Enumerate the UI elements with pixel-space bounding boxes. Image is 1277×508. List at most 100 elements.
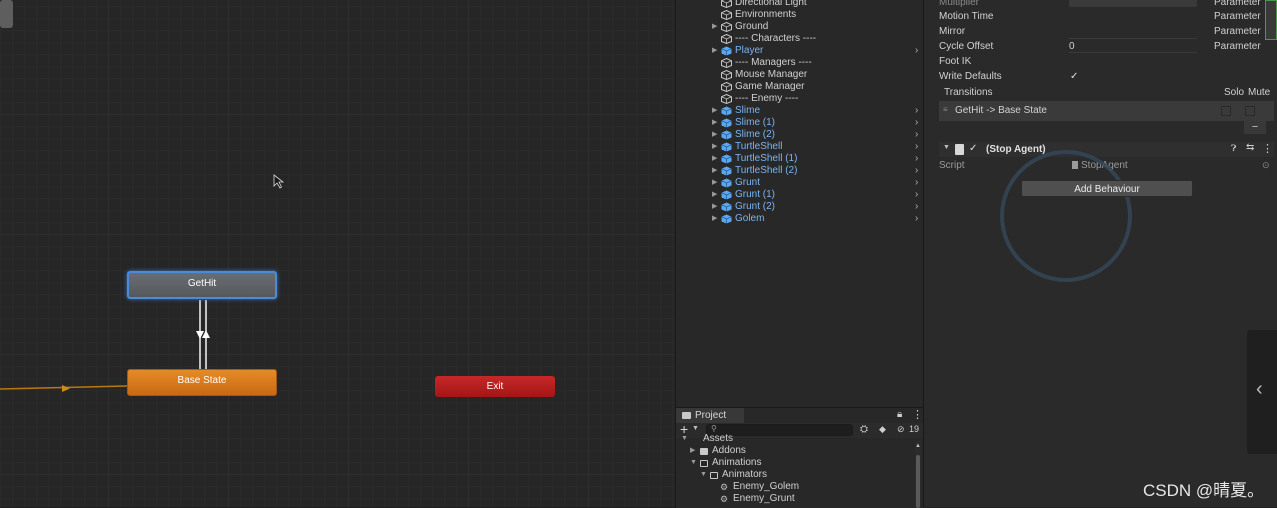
project-item-enemy-golem[interactable]: Enemy_Golem <box>733 481 799 493</box>
hierarchy-item[interactable]: ---- Managers ---- <box>676 57 924 69</box>
open-prefab-chevron-icon[interactable]: › <box>915 189 918 201</box>
state-label: Base State <box>177 375 227 386</box>
hierarchy-item[interactable]: ▶ Slime › <box>676 105 924 117</box>
filter-label-icon[interactable]: ◆ <box>879 424 886 435</box>
transition-item[interactable]: ≡ GetHit -> Base State <box>939 101 1274 121</box>
hierarchy-item[interactable]: ▶ TurtleShell (2) › <box>676 165 924 177</box>
expand-arrow-icon[interactable]: ▶ <box>712 177 717 189</box>
project-item-addons[interactable]: Addons <box>712 445 746 457</box>
open-prefab-chevron-icon[interactable]: › <box>915 129 918 141</box>
open-prefab-chevron-icon[interactable]: › <box>915 45 918 57</box>
expand-arrow-icon[interactable]: ▶ <box>712 189 717 201</box>
project-item-animators[interactable]: Animators <box>722 469 767 481</box>
help-icon[interactable]: ❓︎ <box>1231 143 1236 154</box>
add-behaviour-button[interactable]: Add Behaviour <box>1021 180 1193 197</box>
open-prefab-chevron-icon[interactable]: › <box>915 153 918 165</box>
write-defaults-checkbox[interactable]: ✓ <box>1070 70 1078 84</box>
state-node-base-state[interactable]: Base State <box>127 369 277 396</box>
presets-icon[interactable]: ⇆ <box>1246 142 1254 153</box>
script-label: Script <box>939 160 965 171</box>
component-enabled-checkbox[interactable]: ✓ <box>969 143 977 154</box>
expand-arrow-icon[interactable]: ▼ <box>690 457 697 469</box>
hierarchy-item[interactable]: ▶ TurtleShell › <box>676 141 924 153</box>
component-menu-icon[interactable]: ⋮ <box>1262 142 1273 155</box>
more-options-icon[interactable]: ⋮ <box>912 408 923 421</box>
parameter-label: Parameter <box>1214 26 1261 37</box>
hierarchy-panel[interactable]: Directional Light Environments ▶ Ground ----… <box>675 0 924 407</box>
project-panel[interactable]: Project 🔒︎ ⋮ + ▼ ⚲ ⛭ ◆ ⊘ 19 ▼ Assets ▶ A… <box>675 407 924 508</box>
write-defaults-label: Write Defaults <box>939 71 1002 82</box>
hierarchy-item[interactable]: Directional Light <box>676 0 924 9</box>
multiplier-dropdown[interactable] <box>1069 0 1197 7</box>
collapsed-side-panel[interactable]: ‹ <box>1247 330 1277 454</box>
open-prefab-chevron-icon[interactable]: › <box>915 201 918 213</box>
hierarchy-item[interactable]: ▶ Ground <box>676 21 924 33</box>
state-node-gethit[interactable]: GetHit <box>127 271 277 299</box>
expand-arrow-icon[interactable]: ▶ <box>712 153 717 165</box>
hierarchy-item[interactable]: ▶ Slime (2) › <box>676 129 924 141</box>
hierarchy-item[interactable]: Environments <box>676 9 924 21</box>
expand-arrow-icon[interactable]: ▶ <box>712 117 717 129</box>
parameter-label: Parameter <box>1214 0 1261 8</box>
object-picker-icon[interactable]: ⊙ <box>1262 160 1270 171</box>
hierarchy-item-label: ---- Managers ---- <box>735 57 812 68</box>
expand-arrow-icon[interactable]: ▶ <box>712 165 717 177</box>
cycle-offset-field[interactable]: 0 <box>1069 40 1197 53</box>
scroll-up-icon[interactable]: ▲ <box>915 443 921 449</box>
project-scrollbar[interactable]: ▲ <box>915 441 921 508</box>
expand-arrow-icon[interactable]: ▶ <box>712 213 717 225</box>
open-prefab-chevron-icon[interactable]: › <box>915 213 918 225</box>
hierarchy-item[interactable]: ▶ Grunt (1) › <box>676 189 924 201</box>
project-item-assets[interactable]: Assets <box>703 433 733 445</box>
hierarchy-item[interactable]: ▶ Slime (1) › <box>676 117 924 129</box>
mirror-field[interactable] <box>1069 26 1197 39</box>
open-prefab-chevron-icon[interactable]: › <box>915 165 918 177</box>
hidden-packages-icon[interactable]: ⊘ <box>897 424 905 435</box>
scrollbar-thumb[interactable] <box>916 455 920 508</box>
hierarchy-item[interactable]: Game Manager <box>676 81 924 93</box>
expand-arrow-icon[interactable]: ▼ <box>700 469 707 481</box>
solo-checkbox[interactable] <box>1221 106 1231 116</box>
inspector-scrollbar[interactable] <box>1265 0 1277 40</box>
expand-arrow-icon[interactable]: ▶ <box>690 445 695 457</box>
hierarchy-item[interactable]: ▶ Grunt (2) › <box>676 201 924 213</box>
loading-spinner-icon <box>1000 150 1132 282</box>
expand-arrow-icon[interactable]: ▶ <box>712 141 717 153</box>
project-item-animations[interactable]: Animations <box>712 457 761 469</box>
expand-arrow-icon[interactable]: ▶ <box>712 21 717 33</box>
hierarchy-item[interactable]: ▶ TurtleShell (1) › <box>676 153 924 165</box>
remove-transition-button[interactable]: − <box>1244 121 1266 134</box>
open-prefab-chevron-icon[interactable]: › <box>915 117 918 129</box>
expand-arrow-icon[interactable]: ▶ <box>712 201 717 213</box>
chevron-left-icon[interactable]: ‹ <box>1256 378 1263 401</box>
expand-arrow-icon[interactable]: ▼ <box>681 433 688 445</box>
chevron-down-icon[interactable]: ▼ <box>692 425 699 432</box>
open-prefab-chevron-icon[interactable]: › <box>915 177 918 189</box>
hierarchy-item[interactable]: ▶ Golem › <box>676 213 924 225</box>
expand-arrow-icon[interactable]: ▶ <box>712 129 717 141</box>
collapse-arrow-icon[interactable]: ▼ <box>943 144 950 151</box>
hierarchy-item[interactable]: ---- Enemy ---- <box>676 93 924 105</box>
hierarchy-item[interactable]: ▶ Grunt › <box>676 177 924 189</box>
parameter-label: Parameter <box>1214 11 1261 22</box>
hierarchy-item[interactable]: Mouse Manager <box>676 69 924 81</box>
hierarchy-item[interactable]: ---- Characters ---- <box>676 33 924 45</box>
hierarchy-item-label: ---- Characters ---- <box>735 33 817 44</box>
animator-graph[interactable]: GetHit Base State Exit <box>0 0 675 507</box>
expand-arrow-icon[interactable]: ▶ <box>712 45 717 57</box>
hierarchy-item[interactable]: ▶ Player › <box>676 45 924 57</box>
inspector-panel[interactable]: Multiplier Parameter Motion Time Paramet… <box>923 0 1277 507</box>
component-title: (Stop Agent) <box>986 144 1046 155</box>
project-item-enemy-grunt[interactable]: Enemy_Grunt <box>733 493 795 505</box>
mute-checkbox[interactable] <box>1245 106 1255 116</box>
expand-arrow-icon[interactable]: ▶ <box>712 105 717 117</box>
hierarchy-item-label: Slime <box>735 105 761 116</box>
filter-type-icon[interactable]: ⛭ <box>860 424 868 435</box>
drag-handle-icon[interactable]: ≡ <box>943 105 948 114</box>
lock-icon[interactable]: 🔒︎ <box>897 409 902 420</box>
open-prefab-chevron-icon[interactable]: › <box>915 141 918 153</box>
open-prefab-chevron-icon[interactable]: › <box>915 105 918 117</box>
transition-item-label: GetHit -> Base State <box>955 105 1047 116</box>
state-node-exit[interactable]: Exit <box>435 376 555 397</box>
parameter-label: Parameter <box>1214 41 1261 52</box>
